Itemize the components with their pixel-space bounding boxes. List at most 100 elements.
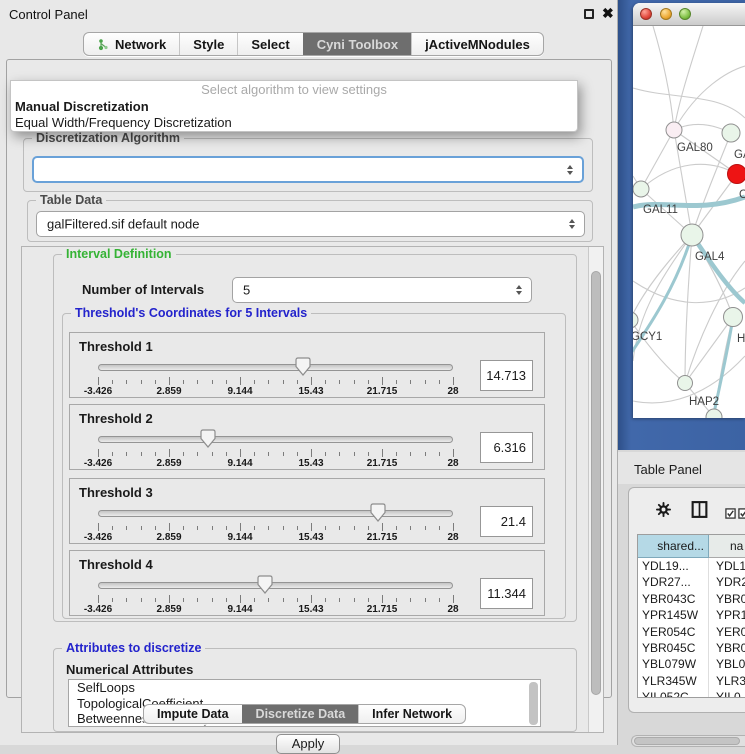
table-row[interactable]: YBR043CYBR0 — [638, 591, 745, 607]
network-node[interactable] — [724, 308, 743, 327]
control-panel: Control Panel ✖ NetworkStyleSelectCyni T… — [0, 0, 618, 745]
threshold-panel: Threshold 4 -3.4262.8599.14415.4321.7152… — [69, 550, 545, 616]
threshold-value-field[interactable]: 6.316 — [480, 432, 533, 463]
threshold-value-field[interactable]: 21.4 — [480, 506, 533, 537]
popup-option[interactable]: Equal Width/Frequency Discretization — [11, 115, 577, 131]
cell-shared-name: YDL19... — [638, 558, 709, 574]
table-row[interactable]: YER054CYER0 — [638, 624, 745, 640]
table-data-combobox[interactable]: galFiltered.sif default node — [36, 211, 585, 237]
threshold-label: Threshold 1 — [79, 339, 153, 354]
group-title: Threshold's Coordinates for 5 Intervals — [71, 306, 311, 320]
table-row[interactable]: YBR045CYBR0 — [638, 640, 745, 656]
threshold-slider[interactable]: -3.4262.8599.14415.4321.71528 — [98, 357, 453, 397]
tab-style[interactable]: Style — [179, 33, 237, 55]
cell-name: YBR0 — [709, 591, 745, 607]
discretization-algorithm-group: Discretization Algorithm — [23, 138, 593, 192]
gray-edge[interactable] — [633, 320, 685, 383]
tab-network[interactable]: Network — [84, 33, 179, 55]
network-node[interactable] — [722, 124, 740, 142]
checkbox-icon[interactable] — [738, 506, 745, 524]
tick-label: 2.859 — [156, 532, 181, 543]
table-row[interactable]: YBL079WYBL0 — [638, 656, 745, 672]
gray-edge[interactable] — [674, 26, 703, 130]
table-rows: YDL19...YDL1YDR27...YDR2YBR043CYBR0YPR14… — [638, 558, 745, 698]
close-traffic-light-icon[interactable] — [640, 8, 652, 20]
gear-icon[interactable] — [656, 502, 671, 522]
tab-infer-network[interactable]: Infer Network — [358, 705, 465, 723]
gray-edge[interactable] — [685, 235, 692, 383]
gray-edge[interactable] — [653, 26, 674, 130]
threshold-slider[interactable]: -3.4262.8599.14415.4321.71528 — [98, 503, 453, 543]
threshold-value-field[interactable]: 14.713 — [480, 360, 533, 391]
float-window-icon[interactable] — [584, 9, 594, 19]
close-icon[interactable]: ✖ — [602, 5, 614, 22]
network-window-titlebar[interactable] — [633, 3, 745, 26]
table-row[interactable]: YDL19...YDL1 — [638, 558, 745, 574]
slider-handle-icon[interactable] — [257, 575, 273, 594]
teal-edge[interactable] — [692, 235, 745, 303]
tab-jactivemnodules[interactable]: jActiveMNodules — [411, 33, 543, 55]
tick-label: 21.715 — [367, 386, 398, 397]
slider-handle-icon[interactable] — [200, 429, 216, 448]
minimize-traffic-light-icon[interactable] — [660, 8, 672, 20]
zoom-traffic-light-icon[interactable] — [679, 8, 691, 20]
table-data-selected: galFiltered.sif default node — [47, 217, 199, 232]
split-column-icon[interactable] — [691, 500, 708, 524]
cell-name: YIL0 — [709, 689, 745, 698]
tab-select[interactable]: Select — [237, 33, 302, 55]
vertical-scrollbar[interactable] — [588, 247, 603, 732]
slider-track[interactable] — [98, 510, 453, 517]
popup-placeholder-option[interactable]: Select algorithm to view settings — [11, 82, 577, 98]
network-node[interactable] — [633, 312, 638, 328]
threshold-slider[interactable]: -3.4262.8599.14415.4321.71528 — [98, 429, 453, 469]
slider-track[interactable] — [98, 582, 453, 589]
apply-button[interactable]: Apply — [276, 734, 340, 754]
network-node[interactable] — [633, 181, 649, 197]
cell-shared-name: YER054C — [638, 624, 709, 640]
tick-label: 21.715 — [367, 532, 398, 543]
attribute-list-item[interactable]: SelfLoops — [69, 680, 540, 696]
popup-option[interactable]: Manual Discretization — [11, 99, 577, 115]
gray-edge[interactable] — [674, 66, 745, 130]
network-node[interactable] — [681, 224, 703, 246]
tab-label: Impute Data — [157, 707, 229, 721]
tab-label: Discretize Data — [256, 707, 346, 721]
cell-name: YDR2 — [709, 574, 745, 590]
tick-label: -3.426 — [84, 458, 112, 469]
tab-discretize-data[interactable]: Discretize Data — [242, 705, 359, 723]
column-header-shared-name[interactable]: shared... — [638, 535, 709, 558]
tab-impute-data[interactable]: Impute Data — [144, 705, 242, 723]
tab-label: Select — [251, 37, 289, 52]
threshold-value-field[interactable]: 11.344 — [480, 578, 533, 609]
scrollbar-thumb[interactable] — [634, 737, 740, 745]
slider-track[interactable] — [98, 364, 453, 371]
network-node[interactable] — [666, 122, 682, 138]
slider-handle-icon[interactable] — [370, 503, 386, 522]
thresholds-group: Threshold's Coordinates for 5 Intervals … — [62, 313, 566, 619]
threshold-slider[interactable]: -3.4262.8599.14415.4321.71528 — [98, 575, 453, 615]
slider-handle-icon[interactable] — [295, 357, 311, 376]
horizontal-scrollbar[interactable] — [631, 735, 745, 747]
tab-cyni-toolbox[interactable]: Cyni Toolbox — [303, 33, 411, 55]
tick-label: 15.43 — [298, 386, 323, 397]
slider-track[interactable] — [98, 436, 453, 443]
algorithm-combobox[interactable] — [32, 156, 584, 183]
table-row[interactable]: YLR345WYLR3 — [638, 673, 745, 689]
network-node[interactable] — [678, 376, 693, 391]
gray-edge[interactable] — [641, 130, 674, 189]
network-node[interactable] — [728, 165, 745, 184]
network-canvas[interactable]: GAL80GACGAL11GAL4GCY1HHAP2 — [633, 26, 745, 418]
popup-options: Manual DiscretizationEqual Width/Frequen… — [11, 99, 577, 131]
column-header-name[interactable]: na — [709, 535, 745, 558]
table-row[interactable]: YDR27...YDR2 — [638, 574, 745, 590]
node-label: GA — [734, 149, 745, 161]
node-label: H — [737, 333, 745, 345]
list-scrollbar-thumb[interactable] — [529, 682, 538, 725]
num-intervals-combobox[interactable]: 5 — [232, 277, 532, 303]
table-row[interactable]: YPR145WYPR1 — [638, 607, 745, 623]
checkbox-icon[interactable] — [725, 506, 736, 524]
scrollbar-thumb[interactable] — [591, 271, 601, 695]
table-row[interactable]: YIL052CYIL0 — [638, 689, 745, 698]
gray-edge[interactable] — [633, 88, 745, 118]
gray-edge[interactable] — [641, 164, 737, 189]
